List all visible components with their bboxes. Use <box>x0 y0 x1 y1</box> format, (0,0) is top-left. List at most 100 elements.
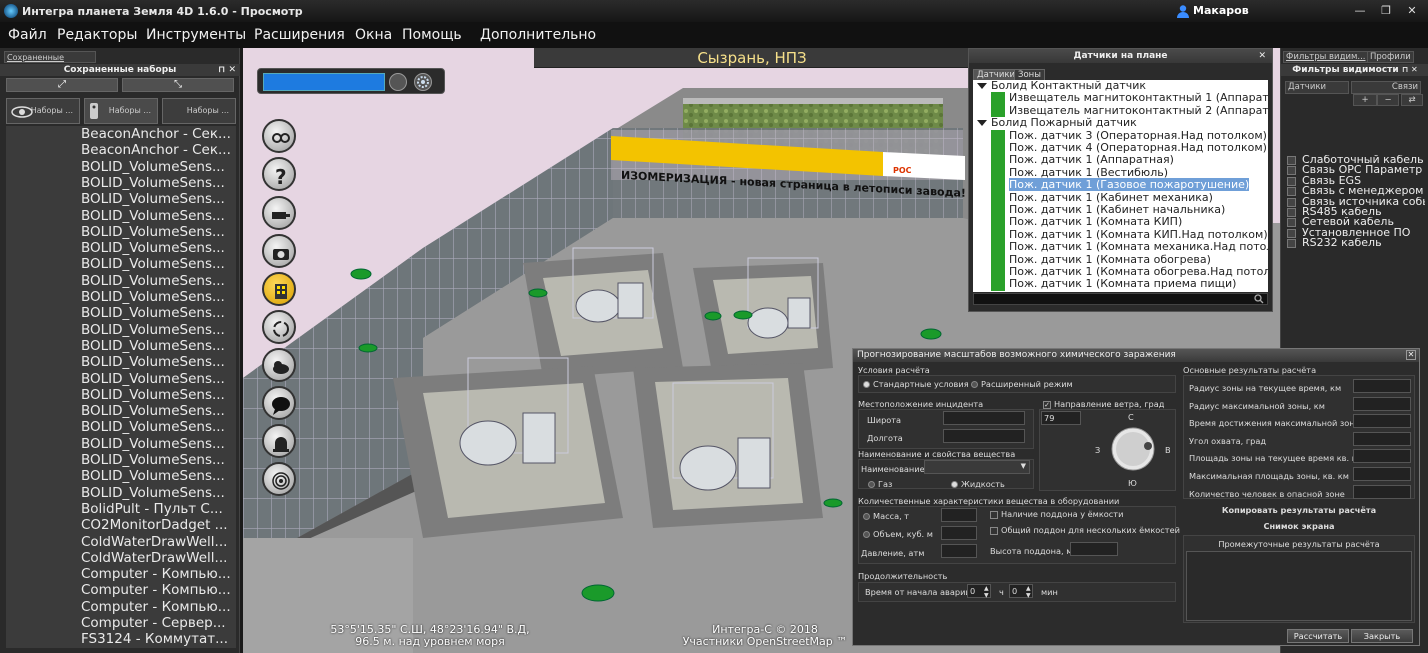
current-user[interactable]: Макаров <box>1176 4 1249 18</box>
menu-extensions[interactable]: Расширения <box>254 27 345 43</box>
saved-set-item[interactable]: ColdWaterDrawWell... <box>81 534 236 550</box>
filter-item[interactable]: Сетевой кабель <box>1285 217 1425 228</box>
tab-filters[interactable]: Фильтры видим... <box>1283 51 1369 63</box>
settings-gear-button[interactable] <box>414 73 432 91</box>
remove-filter-button[interactable]: − <box>1377 94 1399 106</box>
subtab-links[interactable]: Связи <box>1351 81 1421 94</box>
scene-search-input[interactable] <box>263 73 385 91</box>
saved-set-item[interactable]: BOLID_VolumeSens... <box>81 452 236 468</box>
menu-windows[interactable]: Окна <box>355 27 392 43</box>
close-button[interactable]: Закрыть <box>1351 629 1413 643</box>
saved-set-item[interactable]: BeaconAnchor - Сек... <box>81 126 236 142</box>
saved-set-item[interactable]: BOLID_VolumeSens... <box>81 208 236 224</box>
subtab-sensors[interactable]: Датчики <box>1285 81 1349 94</box>
common-tray-checkbox[interactable]: Общий поддон для нескольких ёмкостей <box>990 525 1180 535</box>
hours-spinner[interactable]: ▲ ▼ <box>984 585 989 599</box>
saved-set-item[interactable]: BOLID_VolumeSens... <box>81 387 236 403</box>
wind-input[interactable]: 79 <box>1041 411 1081 425</box>
saved-set-item[interactable]: BOLID_VolumeSens... <box>81 468 236 484</box>
filter-item[interactable]: Связь источника событ <box>1285 197 1425 207</box>
filter-item[interactable]: RS232 кабель <box>1285 238 1425 249</box>
menu-tools[interactable]: Инструменты <box>146 27 246 43</box>
sets-tab-eye[interactable]: Наборы ... <box>6 98 80 124</box>
record-button[interactable] <box>389 73 407 91</box>
collapse-all-button[interactable]: ⤡ <box>122 78 234 92</box>
tool-building[interactable] <box>262 272 296 306</box>
menu-additional[interactable]: Дополнительно <box>480 27 596 43</box>
pressure-input[interactable] <box>941 544 977 558</box>
close-icon[interactable]: ✕ <box>1402 3 1422 18</box>
close-icon[interactable]: ✕ <box>1258 49 1266 63</box>
expand-all-button[interactable]: ⤢ <box>6 78 118 92</box>
tab-profiles[interactable]: Профили <box>1367 51 1414 63</box>
saved-set-item[interactable]: BOLID_VolumeSens... <box>81 354 236 370</box>
tool-camera[interactable] <box>262 196 296 230</box>
minutes-spinner[interactable]: ▲ ▼ <box>1026 585 1031 599</box>
saved-set-item[interactable]: FS3124 - Коммутат... <box>81 631 236 647</box>
saved-set-item[interactable]: BOLID_VolumeSens... <box>81 289 236 305</box>
volume-checkbox[interactable]: Объем, куб. м <box>863 529 933 539</box>
tool-chat[interactable] <box>262 386 296 420</box>
dialog-close-icon[interactable]: ✕ <box>1406 350 1416 360</box>
mass-input[interactable] <box>941 508 977 522</box>
saved-sets-tab[interactable]: Сохраненные наборы <box>4 51 96 73</box>
filter-item[interactable]: Связь EGS <box>1285 176 1425 186</box>
tool-route[interactable] <box>262 119 296 153</box>
saved-set-item[interactable]: BOLID_VolumeSens... <box>81 224 236 240</box>
filter-item[interactable]: Слаботочный кабель <box>1285 155 1425 165</box>
mode-extended-radio[interactable]: Расширенный режим <box>971 379 1073 389</box>
saved-set-item[interactable]: BOLID_VolumeSens... <box>81 159 236 175</box>
filter-item[interactable]: Связь с менеджером <box>1285 186 1425 197</box>
liquid-radio[interactable]: Жидкость <box>951 479 1005 489</box>
lon-input[interactable] <box>943 429 1025 443</box>
screenshot-button[interactable]: Снимок экрана <box>1183 521 1415 531</box>
minimize-icon[interactable]: — <box>1350 3 1370 18</box>
tool-photo[interactable] <box>262 234 296 268</box>
sets-tab-remote[interactable]: Наборы ... <box>84 98 158 124</box>
saved-set-item[interactable]: Computer - Сервер... <box>81 615 236 631</box>
saved-set-item[interactable]: BOLID_VolumeSens... <box>81 371 236 387</box>
volume-input[interactable] <box>941 526 977 540</box>
saved-set-item[interactable]: BOLID_VolumeSens... <box>81 256 236 272</box>
tool-refresh[interactable] <box>262 310 296 344</box>
mass-checkbox[interactable]: Масса, т <box>863 511 909 521</box>
swap-filter-button[interactable]: ⇄ <box>1401 94 1423 106</box>
menu-file[interactable]: Файл <box>8 27 47 43</box>
tool-radar[interactable] <box>262 462 296 496</box>
saved-set-item[interactable]: BOLID_VolumeSens... <box>81 175 236 191</box>
saved-set-item[interactable]: BOLID_VolumeSens... <box>81 403 236 419</box>
saved-set-item[interactable]: Computer - Компью... <box>81 582 236 598</box>
saved-set-item[interactable]: Computer - Компью... <box>81 599 236 615</box>
saved-set-item[interactable]: BOLID_VolumeSens... <box>81 338 236 354</box>
filter-item[interactable]: Связь OPC Параметр <box>1285 165 1425 176</box>
saved-set-item[interactable]: BOLID_VolumeSens... <box>81 273 236 289</box>
sets-tab-3[interactable]: Наборы ... <box>162 98 236 124</box>
menu-editors[interactable]: Редакторы <box>57 27 137 43</box>
sensor-item[interactable]: Пож. датчик 1 (Комната приема пищи) <box>973 278 1268 291</box>
saved-set-item[interactable]: CO2MonitorDadget ... <box>81 517 236 533</box>
saved-set-item[interactable]: BOLID_VolumeSens... <box>81 322 236 338</box>
saved-set-item[interactable]: BOLID_VolumeSens... <box>81 419 236 435</box>
saved-set-item[interactable]: BOLID_VolumeSens... <box>81 191 236 207</box>
saved-set-item[interactable]: BOLID_VolumeSens... <box>81 485 236 501</box>
wind-direction-knob[interactable] <box>1108 424 1158 474</box>
sensors-search-field[interactable] <box>973 293 1268 305</box>
filter-item[interactable]: Установленное ПО <box>1285 228 1425 238</box>
wind-checkbox[interactable]: ✓ Направление ветра, град <box>1043 399 1164 409</box>
copy-results-button[interactable]: Копировать результаты расчёта <box>1183 505 1415 515</box>
maximize-icon[interactable]: ❐ <box>1376 3 1396 18</box>
mode-standard-radio[interactable]: Стандартные условия <box>863 379 969 389</box>
saved-set-item[interactable]: BOLID_VolumeSens... <box>81 240 236 256</box>
saved-set-item[interactable]: ColdWaterDrawWell... <box>81 550 236 566</box>
saved-set-item[interactable]: Computer - Компью... <box>81 566 236 582</box>
add-filter-button[interactable]: + <box>1353 94 1377 106</box>
saved-set-item[interactable]: BOLID_VolumeSens... <box>81 305 236 321</box>
calculate-button[interactable]: Рассчитать <box>1287 629 1349 643</box>
saved-set-item[interactable]: BeaconAnchor - Сек... <box>81 142 236 158</box>
tray-height-input[interactable] <box>1070 542 1118 556</box>
intermediate-output[interactable] <box>1186 551 1412 621</box>
gas-radio[interactable]: Газ <box>868 479 892 489</box>
menu-help[interactable]: Помощь <box>402 27 462 43</box>
substance-select[interactable]: ▼ <box>924 460 1030 474</box>
tray-checkbox[interactable]: Наличие поддона у ёмкости <box>990 509 1123 519</box>
